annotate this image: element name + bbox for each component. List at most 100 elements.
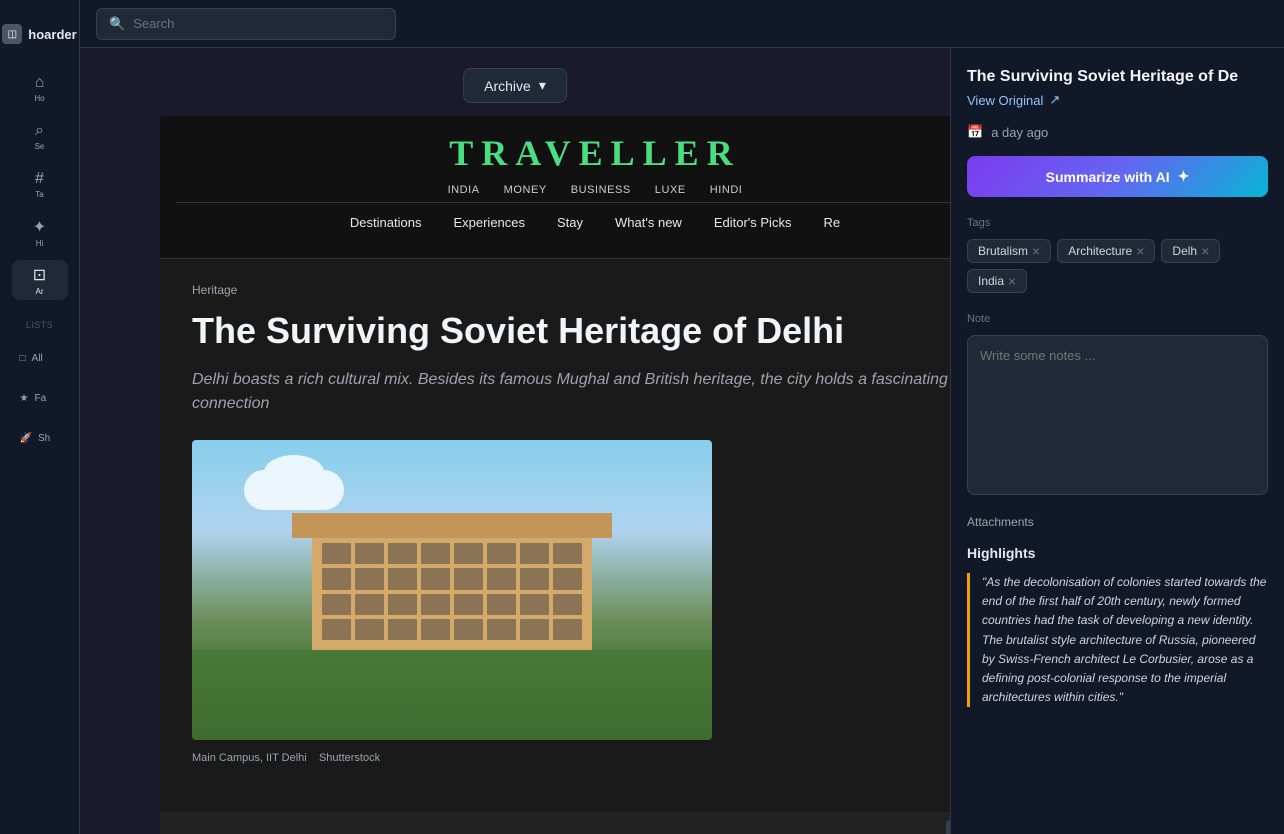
article-frame: TRAVELLER INDIA MONEY BUSINESS LUXE HIND… (160, 116, 950, 834)
right-panel: The Surviving Soviet Heritage of De View… (950, 48, 1284, 834)
tag-remove-architecture[interactable]: × (1136, 244, 1144, 258)
summarize-label: Summarize with AI (1046, 169, 1170, 185)
favourites-label: Fa (34, 393, 46, 404)
date-text: a day ago (991, 125, 1048, 140)
cloud-decoration (244, 470, 344, 510)
home-icon: ⌂ (35, 74, 45, 92)
nav-experiences[interactable]: Experiences (453, 215, 525, 230)
article-content: Heritage The Surviving Soviet Heritage o… (160, 259, 950, 812)
sidebar-item-highlights[interactable]: ✦ Hi (12, 212, 68, 252)
app-logo: ◫ hoarder (0, 16, 85, 52)
sidebar-item-search[interactable]: ⌕ Se (12, 116, 68, 156)
favourites-icon: ★ (20, 393, 29, 404)
tag-remove-brutalism[interactable]: × (1032, 244, 1040, 258)
building-shape (312, 530, 592, 650)
attachments-label: Attachments (967, 515, 1268, 529)
archive-icon: ⊡ (33, 265, 46, 285)
image-caption: Main Campus, IIT Delhi Shutterstock (192, 752, 950, 764)
list-all-label: All (32, 353, 43, 364)
article-image (192, 440, 712, 740)
chevron-down-icon: ▾ (539, 77, 546, 94)
article-subtitle: Delhi boasts a rich cultural mix. Beside… (192, 368, 950, 416)
nav-luxe[interactable]: LUXE (655, 184, 686, 196)
shared-icon: 🚀 (20, 433, 32, 444)
caption-source: Shutterstock (319, 752, 380, 764)
highlights-label: Highlights (967, 545, 1268, 561)
summarize-button[interactable]: Summarize with AI ✦ (967, 156, 1268, 197)
article-inner[interactable]: TRAVELLER INDIA MONEY BUSINESS LUXE HIND… (160, 116, 950, 834)
note-textarea[interactable] (967, 335, 1268, 495)
article-image-container (192, 440, 712, 740)
building-windows (322, 543, 582, 640)
magazine-logo: TRAVELLER (176, 132, 950, 174)
sidebar-item-favourites[interactable]: ★ Fa (12, 382, 68, 414)
tags-container: Brutalism × Architecture × Delh × India … (967, 239, 1268, 293)
archive-dropdown-label: Archive (484, 78, 531, 94)
nav-more[interactable]: Re (823, 215, 840, 230)
close-ad-button[interactable]: Close Ad (946, 820, 950, 834)
archive-dropdown-button[interactable]: Archive ▾ (463, 68, 567, 103)
nav-hindi[interactable]: HINDI (710, 184, 743, 196)
nav-editors-picks[interactable]: Editor's Picks (714, 215, 792, 230)
tag-architecture: Architecture × (1057, 239, 1155, 263)
sidebar-item-archive[interactable]: ⊡ Ar (12, 260, 68, 300)
tag-remove-delhi[interactable]: × (1201, 244, 1209, 258)
logo-icon: ◫ (2, 24, 22, 44)
shared-label: Sh (38, 433, 50, 444)
search-bar[interactable]: 🔍 Search (96, 8, 396, 40)
tag-india: India × (967, 269, 1027, 293)
view-original-link[interactable]: View Original ↗ (967, 92, 1268, 108)
sidebar-item-label: Hi (36, 239, 44, 248)
nav-whats-new[interactable]: What's new (615, 215, 682, 230)
highlights-icon: ✦ (33, 217, 46, 237)
tag-label: Delh (1172, 244, 1197, 258)
external-link-icon: ↗ (1049, 92, 1060, 108)
highlight-quote: "As the decolonisation of colonies start… (967, 573, 1268, 707)
search-icon: ⌕ (35, 122, 44, 140)
nav-stay[interactable]: Stay (557, 215, 583, 230)
content-wrapper: Archive ▾ TRAVELLER INDIA MONEY BUSINESS… (80, 48, 1284, 834)
magazine-nav-top: INDIA MONEY BUSINESS LUXE HINDI (176, 174, 950, 203)
sidebar: ◫ hoarder ⌂ Ho ⌕ Se # Ta ✦ Hi ⊡ Ar Lists… (0, 0, 80, 834)
sidebar-item-tags[interactable]: # Ta (12, 164, 68, 204)
search-icon: 🔍 (109, 16, 125, 32)
nav-india[interactable]: INDIA (448, 184, 480, 196)
close-ad-bar: Close Ad (160, 812, 950, 834)
tag-label: India (978, 274, 1004, 288)
main-area: 🔍 Search Archive ▾ TRAVELLER INDIA (80, 0, 1284, 834)
tag-label: Brutalism (978, 244, 1028, 258)
tag-label: Architecture (1068, 244, 1132, 258)
search-placeholder: Search (133, 16, 174, 31)
sidebar-item-home[interactable]: ⌂ Ho (12, 68, 68, 108)
article-category: Heritage (192, 283, 950, 297)
tag-remove-india[interactable]: × (1008, 274, 1016, 288)
panel-title: The Surviving Soviet Heritage of De (967, 68, 1268, 86)
magazine-nav-main: Destinations Experiences Stay What's new… (176, 203, 950, 242)
app-name: hoarder (28, 27, 76, 42)
topbar: 🔍 Search (80, 0, 1284, 48)
lists-section-label: Lists (26, 320, 53, 330)
nav-money[interactable]: MONEY (504, 184, 547, 196)
magazine-header: TRAVELLER INDIA MONEY BUSINESS LUXE HIND… (160, 116, 950, 259)
sidebar-item-shared[interactable]: 🚀 Sh (12, 422, 68, 454)
panel-date: 📅 a day ago (967, 124, 1268, 140)
view-original-label: View Original (967, 93, 1043, 108)
list-all-icon: □ (20, 353, 26, 364)
article-title: The Surviving Soviet Heritage of Delhi (192, 309, 950, 352)
grass-decoration (192, 650, 712, 740)
nav-business[interactable]: BUSINESS (571, 184, 631, 196)
sidebar-item-all-lists[interactable]: □ All (12, 342, 68, 374)
sidebar-item-label: Ta (35, 190, 43, 199)
ai-sparkle-icon: ✦ (1178, 168, 1190, 185)
tags-icon: # (35, 170, 44, 188)
tags-section-label: Tags (967, 217, 1268, 229)
sidebar-item-label: Ar (36, 287, 44, 296)
calendar-icon: 📅 (967, 124, 983, 140)
caption-text: Main Campus, IIT Delhi (192, 752, 307, 764)
sidebar-item-label: Ho (34, 94, 44, 103)
tag-delhi: Delh × (1161, 239, 1220, 263)
nav-destinations[interactable]: Destinations (350, 215, 422, 230)
note-section-label: Note (967, 313, 1268, 325)
tag-brutalism: Brutalism × (967, 239, 1051, 263)
sidebar-item-label: Se (35, 142, 45, 151)
